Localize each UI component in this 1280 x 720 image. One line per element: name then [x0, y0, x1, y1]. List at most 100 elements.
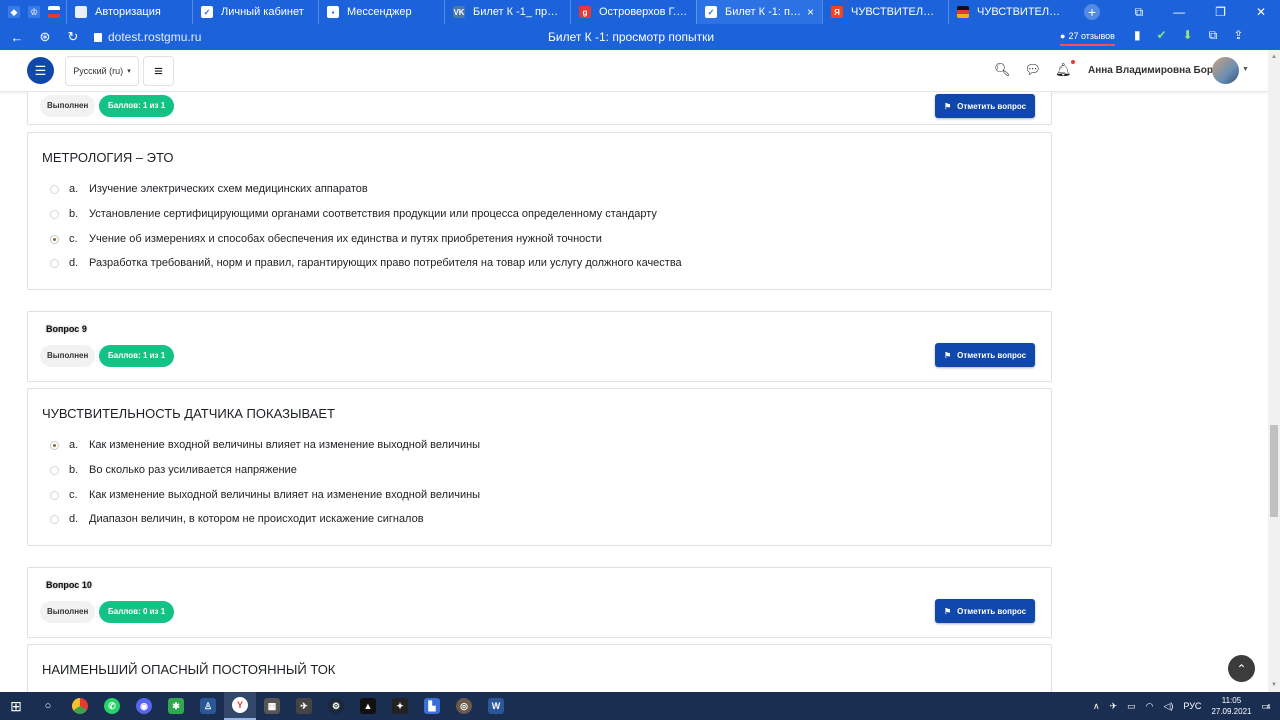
scroll-up-arrow-icon[interactable]: ▲ — [1271, 54, 1277, 60]
back-arrow-icon[interactable]: ← — [6, 30, 28, 45]
bookmark-icon[interactable]: ▮ — [1134, 28, 1141, 43]
input-language[interactable]: РУС — [1183, 701, 1201, 711]
shield-check-icon[interactable]: ✔ — [1157, 28, 1167, 43]
flag-question-button[interactable]: ⚑ Отметить вопрос — [935, 94, 1035, 118]
drawer-toggle-button[interactable]: ☰ — [27, 57, 54, 84]
restore-icon[interactable]: ❐ — [1215, 5, 1226, 20]
taskbar-app[interactable]: ▦ — [256, 692, 288, 720]
taskbar-app[interactable]: ▲ — [352, 692, 384, 720]
flag-icon[interactable] — [48, 6, 60, 18]
tray-app-icon[interactable]: ✈ — [1110, 701, 1118, 712]
taskbar-search[interactable]: ○ — [32, 692, 64, 720]
protect-icon[interactable]: ⊛ — [34, 29, 56, 45]
taskbar-app[interactable]: ♙ — [192, 692, 224, 720]
answer-text: Учение об измерениях и способах обеспече… — [89, 233, 602, 245]
wifi-icon[interactable]: ◠ — [1146, 701, 1154, 712]
download-icon[interactable]: ⬇ — [1183, 28, 1193, 43]
radio-button[interactable] — [50, 514, 59, 524]
taskbar-app[interactable]: ⚙ — [320, 692, 352, 720]
answer-option[interactable]: a. Изучение электрических схем медицинск… — [50, 183, 368, 195]
answer-option[interactable]: b. Установление сертифицирующими органам… — [50, 208, 657, 220]
taskbar-app[interactable]: ✈ — [288, 692, 320, 720]
share-icon[interactable]: ⇪ — [1233, 28, 1243, 43]
browser-toolbar-icons: ▮ ✔ ⬇ ⧉ ⇪ — [1134, 28, 1243, 43]
yandex-browser-icon: Y — [232, 697, 248, 713]
question-number: Вопрос 9 — [46, 324, 87, 334]
close-tab-icon[interactable]: × — [807, 5, 814, 19]
answer-option[interactable]: c. Как изменение выходной величины влияе… — [50, 489, 480, 501]
notification-center-icon[interactable]: ▭ 4 — [1261, 701, 1270, 712]
reload-icon[interactable]: ↻ — [62, 29, 84, 45]
question-content-card: ЧУВСТВИТЕЛЬНОСТЬ ДАТЧИКА ПОКАЗЫВАЕТ a. К… — [27, 388, 1052, 546]
back-to-top-button[interactable]: ⌃ — [1228, 655, 1255, 682]
chrome-icon — [72, 698, 88, 714]
answer-option[interactable]: d. Разработка требований, норм и правил,… — [50, 257, 682, 269]
taskbar-app[interactable] — [64, 692, 96, 720]
scrollbar-thumb[interactable] — [1270, 425, 1278, 517]
close-window-icon[interactable]: ✕ — [1256, 5, 1266, 20]
vertical-scrollbar[interactable]: ▲ ▼ — [1268, 50, 1280, 692]
radio-button[interactable] — [50, 209, 59, 219]
collections-icon[interactable]: ⧉ — [1209, 28, 1218, 43]
radio-button[interactable] — [50, 184, 59, 194]
taskbar-app-active[interactable]: Y — [224, 692, 256, 720]
answer-option[interactable]: d. Диапазон величин, в котором не происх… — [50, 513, 424, 525]
radio-button[interactable] — [50, 258, 59, 268]
tabs-manager-icon[interactable]: ⧉ — [1135, 5, 1144, 20]
taskbar-app[interactable]: ✆ — [96, 692, 128, 720]
taskbar-app[interactable]: ◎ — [448, 692, 480, 720]
minimize-icon[interactable]: — — [1173, 5, 1185, 20]
url-field[interactable]: dotest.rostgmu.ru — [94, 30, 201, 44]
search-icon: ○ — [44, 700, 52, 712]
tab-8[interactable]: ЧУВСТВИТЕЛЬНОСТЬ Д — [948, 0, 1074, 24]
tab-3[interactable]: ▪ Мессенджер — [318, 0, 444, 24]
language-selector[interactable]: Русский (ru) ▾ — [65, 56, 139, 86]
moodle-favicon-icon: ✓ — [201, 6, 213, 18]
tab-2[interactable]: ✓ Личный кабинет — [192, 0, 318, 24]
user-avatar[interactable] — [1212, 57, 1239, 84]
messages-icon[interactable]: 💬︎ — [1025, 62, 1042, 78]
gerb-icon[interactable]: ♔ — [28, 6, 40, 18]
scroll-down-arrow-icon[interactable]: ▼ — [1271, 682, 1277, 688]
tray-overflow-icon[interactable]: ∧ — [1093, 701, 1100, 712]
volume-icon[interactable]: ◁) — [1163, 701, 1173, 712]
answer-letter: d. — [69, 257, 79, 269]
new-tab-button[interactable]: + — [1084, 4, 1100, 20]
status-badge: Выполнен — [40, 601, 96, 623]
windows-start-icon[interactable]: ⊞ — [0, 692, 32, 720]
notifications-bell-icon[interactable]: 🔔︎ — [1055, 60, 1075, 78]
snowflake-icon: ✱ — [168, 698, 184, 714]
radio-button-selected[interactable] — [50, 440, 59, 450]
menu-button[interactable]: ≡ — [143, 56, 174, 86]
reviews-badge[interactable]: ● 27 отзывов — [1060, 28, 1115, 46]
header-icons: 🔍︎ 💬︎ 🔔︎ — [994, 60, 1075, 78]
answer-option-selected[interactable]: c. Учение об измерениях и способах обесп… — [50, 233, 602, 245]
radio-button[interactable] — [50, 465, 59, 475]
answer-option[interactable]: b. Во сколько раз усиливается напряжение — [50, 464, 297, 476]
flag-question-button[interactable]: ⚑ Отметить вопрос — [935, 599, 1035, 623]
user-name[interactable]: Анна Владимировна Борщ — [1088, 65, 1221, 76]
taskbar-app[interactable]: ✦ — [384, 692, 416, 720]
tab-5[interactable]: g Островерхов Г.Е. - Опе — [570, 0, 696, 24]
reviews-text: 27 отзывов — [1068, 31, 1115, 41]
tab-4[interactable]: VK Билет К -1_ просмотр п — [444, 0, 570, 24]
network-icon[interactable]: ▭ — [1127, 701, 1136, 712]
taskbar-app[interactable]: W — [480, 692, 512, 720]
user-menu-chevron-icon[interactable]: ▼ — [1242, 66, 1249, 73]
taskbar-app[interactable]: ✱ — [160, 692, 192, 720]
search-icon[interactable]: 🔍︎ — [994, 62, 1011, 78]
calculator-icon: ▦ — [264, 698, 280, 714]
browser-menu-icon[interactable]: ◆ — [8, 6, 20, 18]
answer-text: Как изменение входной величины влияет на… — [89, 439, 481, 451]
tab-1[interactable]: Авторизация — [66, 0, 192, 24]
taskbar-app[interactable]: ▙ — [416, 692, 448, 720]
radio-button-selected[interactable] — [50, 234, 59, 244]
answer-option-selected[interactable]: a. Как изменение входной величины влияет… — [50, 439, 480, 451]
clock[interactable]: 11:05 27.09.2021 — [1211, 695, 1251, 717]
tab-7[interactable]: Я ЧУВСТВИТЕЛЬНОСТЬ Д — [822, 0, 948, 24]
flag-question-button[interactable]: ⚑ Отметить вопрос — [935, 343, 1035, 367]
tab-6-active[interactable]: ✓ Билет К -1: просмотр × — [696, 0, 822, 24]
chevron-down-icon: ▾ — [127, 68, 131, 75]
radio-button[interactable] — [50, 490, 59, 500]
taskbar-app[interactable]: ◉ — [128, 692, 160, 720]
